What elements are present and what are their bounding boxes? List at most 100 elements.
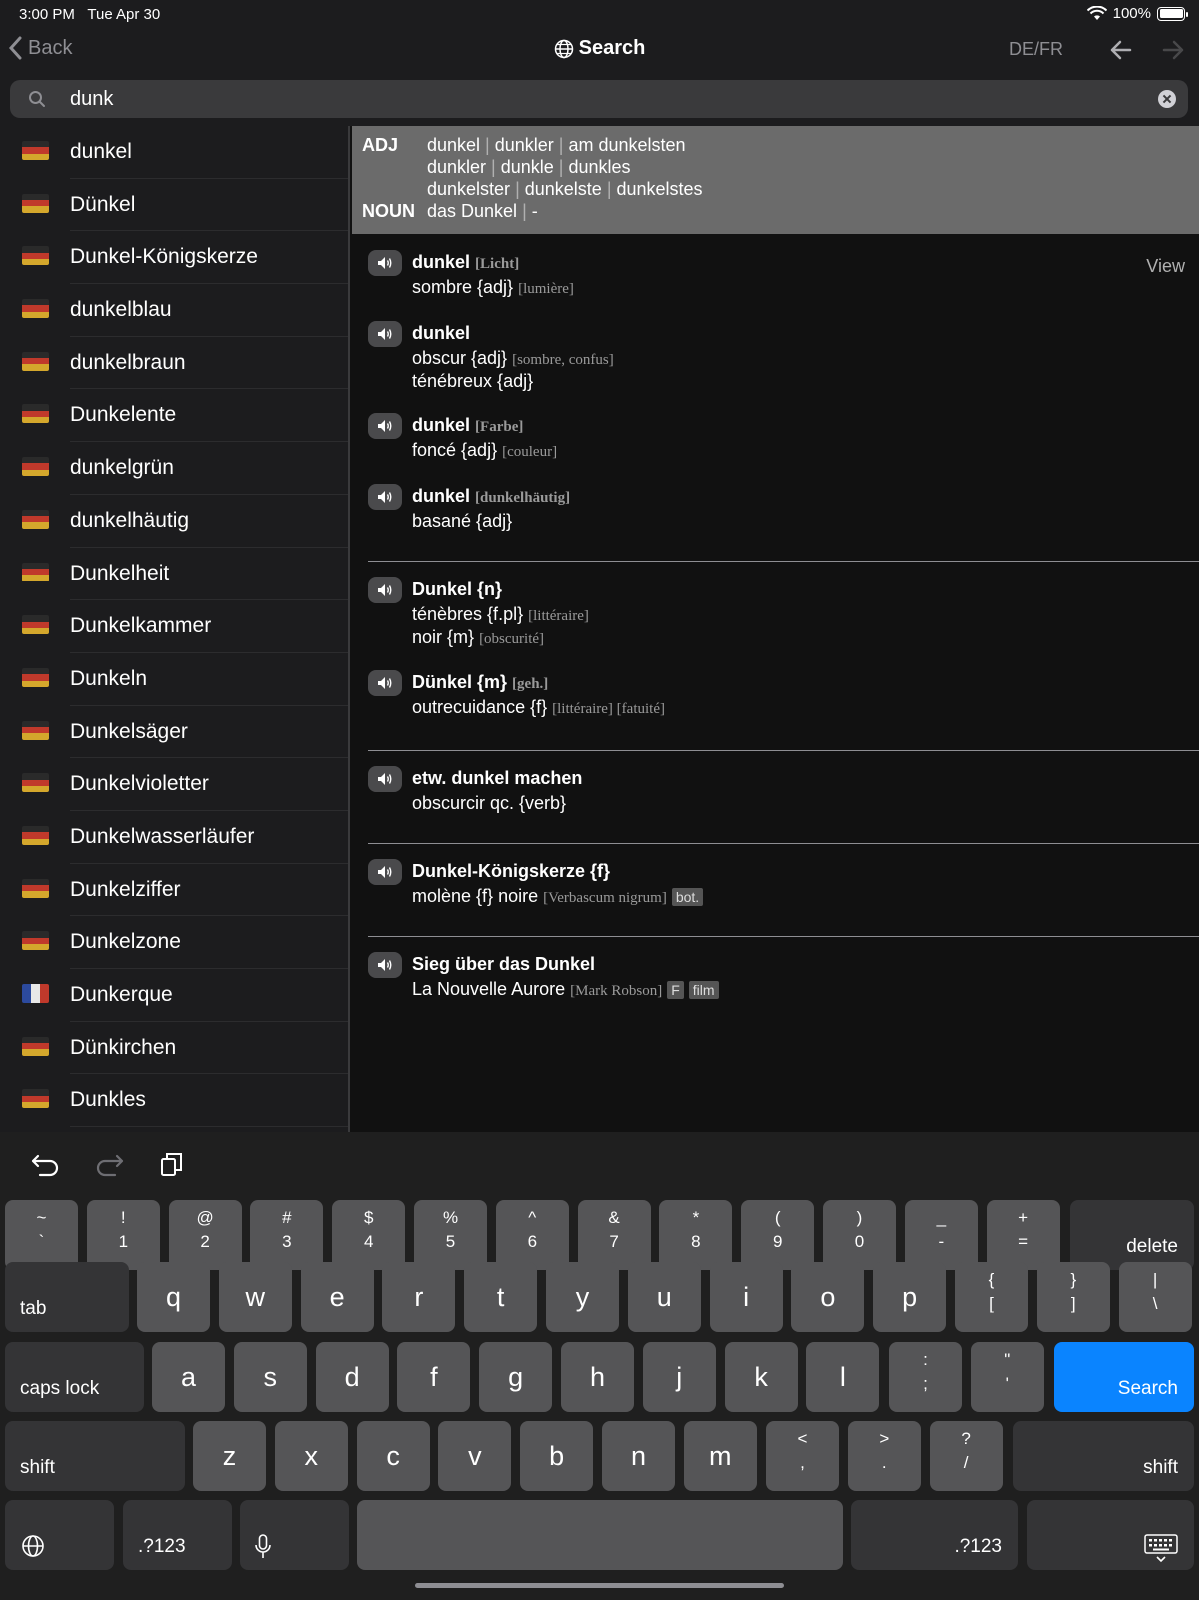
key-c[interactable]: c	[356, 1421, 430, 1491]
entry-headword[interactable]: etw. dunkel machen	[412, 768, 582, 789]
tab-key[interactable]: tab	[5, 1262, 129, 1332]
key-j[interactable]: j	[642, 1342, 716, 1412]
key-7[interactable]: & 7	[577, 1200, 651, 1270]
key-`[interactable]: ~ `	[5, 1200, 78, 1270]
numbers-key-left[interactable]: .?123	[123, 1500, 232, 1570]
suggestion-item[interactable]: Dunkelheit	[0, 548, 348, 601]
key-g[interactable]: g	[479, 1342, 553, 1412]
speaker-button[interactable]	[368, 250, 402, 276]
key--[interactable]: _ -	[904, 1200, 978, 1270]
key-9[interactable]: (9	[741, 1200, 815, 1270]
key-i[interactable]: i	[709, 1262, 783, 1332]
key-z[interactable]: z	[193, 1421, 266, 1491]
entry-headword[interactable]: Sieg über das Dunkel	[412, 954, 595, 975]
suggestion-item[interactable]: Dunkel-Königskerze	[0, 231, 348, 285]
caps-lock-key[interactable]: caps lock	[5, 1342, 144, 1412]
speaker-button[interactable]	[368, 859, 402, 885]
entry-translation[interactable]: obscur {adj} [sombre, confus]	[412, 348, 614, 369]
dictation-key[interactable]	[240, 1500, 349, 1570]
key-k[interactable]: k	[724, 1342, 798, 1412]
key-symbol[interactable]: }]	[1036, 1262, 1110, 1332]
suggestion-item[interactable]: Dunkelwasserläufer	[0, 811, 348, 864]
key-f[interactable]: f	[397, 1342, 471, 1412]
redo-icon[interactable]	[93, 1150, 125, 1178]
language-pair-button[interactable]: DE/FR	[1009, 39, 1063, 60]
entry-translation[interactable]: basané {adj}	[412, 511, 512, 532]
key-e[interactable]: e	[300, 1262, 374, 1332]
key-a[interactable]: a	[152, 1342, 225, 1412]
speaker-button[interactable]	[368, 952, 402, 978]
entry-headword[interactable]: Dunkel-Königskerze {f}	[412, 861, 610, 882]
suggestion-item[interactable]: Dunkeln	[0, 653, 348, 706]
suggestion-item[interactable]: dunkelgrün	[0, 442, 348, 495]
speaker-button[interactable]	[368, 577, 402, 603]
key-u[interactable]: u	[627, 1262, 701, 1332]
suggestion-item[interactable]: Dünkirchen	[0, 1022, 348, 1075]
key-b[interactable]: b	[520, 1421, 594, 1491]
key-l[interactable]: l	[806, 1342, 880, 1412]
entry-translation[interactable]: foncé {adj} [couleur]	[412, 440, 557, 461]
key-v[interactable]: v	[438, 1421, 512, 1491]
arrow-right-icon[interactable]	[1160, 38, 1186, 62]
key-symbol[interactable]: >.	[847, 1421, 921, 1491]
entry-translation[interactable]: molène {f} noire [Verbascum nigrum] bot.	[412, 886, 704, 907]
entry-headword[interactable]: Dünkel {m} [geh.]	[412, 672, 548, 693]
paste-icon[interactable]	[157, 1150, 189, 1178]
suggestion-item[interactable]: Dünkel	[0, 179, 348, 232]
key-d[interactable]: d	[315, 1342, 389, 1412]
key-symbol[interactable]: :;	[889, 1342, 962, 1412]
search-key[interactable]: Search	[1054, 1342, 1194, 1412]
entry-translation[interactable]: ténébreux {adj}	[412, 371, 533, 392]
key-8[interactable]: * 8	[659, 1200, 733, 1270]
entry-translation[interactable]: La Nouvelle Aurore [Mark Robson] F film	[412, 979, 719, 1000]
speaker-button[interactable]	[368, 413, 402, 439]
entry-headword[interactable]: dunkel [Licht]	[412, 252, 519, 273]
key-h[interactable]: h	[561, 1342, 634, 1412]
dismiss-keyboard-key[interactable]	[1027, 1500, 1194, 1570]
key-symbol[interactable]: <,	[766, 1421, 839, 1491]
entry-headword[interactable]: dunkel	[412, 323, 470, 344]
key-1[interactable]: ! 1	[86, 1200, 160, 1270]
suggestion-item[interactable]: Dunkelzone	[0, 916, 348, 969]
speaker-button[interactable]	[368, 766, 402, 792]
suggestion-item[interactable]: Dunkelziffer	[0, 864, 348, 917]
key-o[interactable]: o	[791, 1262, 865, 1332]
suggestion-item[interactable]: Dunkerque	[0, 969, 348, 1022]
undo-icon[interactable]	[30, 1150, 62, 1178]
key-q[interactable]: q	[137, 1262, 210, 1332]
suggestion-item[interactable]: dunkelblau	[0, 284, 348, 337]
entry-translation[interactable]: ténèbres {f.pl} [littéraire]	[412, 604, 589, 625]
suggestion-item[interactable]: dunkel	[0, 126, 348, 179]
key-symbol[interactable]: {[	[955, 1262, 1028, 1332]
key-t[interactable]: t	[464, 1262, 538, 1332]
key-0[interactable]: ) 0	[823, 1200, 896, 1270]
suggestion-item[interactable]: dunkelbraun	[0, 337, 348, 390]
entry-translation[interactable]: obscurcir qc. {verb}	[412, 793, 566, 814]
entry-headword[interactable]: dunkel [dunkelhäutig]	[412, 486, 570, 507]
speaker-button[interactable]	[368, 321, 402, 347]
suggestion-item[interactable]: Dunkelente	[0, 389, 348, 443]
key-symbol[interactable]: ? /	[929, 1421, 1003, 1491]
speaker-button[interactable]	[368, 670, 402, 696]
globe-key[interactable]	[5, 1500, 114, 1570]
arrow-left-icon[interactable]	[1108, 38, 1134, 62]
suggestion-item[interactable]: Dunkelsäger	[0, 706, 348, 759]
key-6[interactable]: ^ 6	[495, 1200, 569, 1270]
key-4[interactable]: $4	[332, 1200, 406, 1270]
space-key[interactable]	[357, 1500, 843, 1570]
entry-headword[interactable]: dunkel [Farbe]	[412, 415, 523, 436]
key-p[interactable]: p	[873, 1262, 947, 1332]
shift-key-right[interactable]: shift	[1013, 1421, 1194, 1491]
entry-headword[interactable]: Dunkel {n}	[412, 579, 502, 600]
entry-translation[interactable]: noir {m} [obscurité]	[412, 627, 544, 648]
entry-translation[interactable]: outrecuidance {f} [littéraire] [fatuité]	[412, 697, 665, 718]
key-m[interactable]: m	[683, 1421, 757, 1491]
key-5[interactable]: % 5	[414, 1200, 487, 1270]
delete-key[interactable]: delete	[1070, 1200, 1194, 1270]
key-=[interactable]: + =	[986, 1200, 1060, 1270]
key-n[interactable]: n	[602, 1421, 675, 1491]
suggestion-item[interactable]: Dunkelkammer	[0, 600, 348, 653]
suggestion-item[interactable]: dunkelhäutig	[0, 495, 348, 548]
suggestion-item[interactable]: Dunkelvioletter	[0, 758, 348, 811]
key-symbol[interactable]: | \	[1118, 1262, 1192, 1332]
